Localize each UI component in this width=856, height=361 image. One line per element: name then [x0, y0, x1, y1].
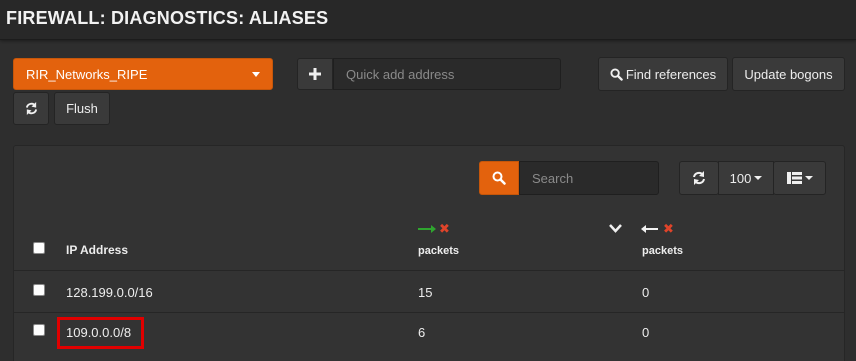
- search-button[interactable]: [479, 161, 519, 195]
- caret-down-icon: [804, 176, 813, 180]
- page-title: FIREWALL: DIAGNOSTICS: ALIASES: [6, 8, 329, 28]
- column-header-ip-address[interactable]: IP Address: [66, 243, 128, 257]
- caret-down-icon: [754, 176, 763, 180]
- column-header-out-packets[interactable]: packets: [642, 245, 683, 257]
- plus-icon: [309, 68, 321, 80]
- block-x-icon: ✖: [439, 221, 450, 236]
- refresh-icon: [25, 102, 37, 115]
- grid-search-input[interactable]: [519, 161, 659, 195]
- ip-address-cell: 128.199.0.0/16: [66, 285, 153, 300]
- find-references-label: Find references: [625, 66, 717, 82]
- alias-select[interactable]: RIR_Networks_RIPE: [13, 58, 273, 90]
- select-all-checkbox[interactable]: [33, 242, 45, 254]
- highlight-annotation: [57, 317, 144, 349]
- search-icon: [610, 67, 623, 81]
- row-divider: [14, 270, 844, 271]
- row-checkbox[interactable]: [33, 324, 45, 336]
- page-size-value: 100: [729, 170, 752, 186]
- refresh-button[interactable]: [13, 92, 49, 125]
- arrow-left-icon: [641, 225, 658, 233]
- out-packets-cell: 0: [642, 285, 650, 300]
- flush-label: Flush: [66, 101, 98, 116]
- refresh-icon: [693, 171, 705, 185]
- page-size-dropdown[interactable]: 100: [718, 161, 774, 195]
- quick-add-button[interactable]: [297, 58, 333, 90]
- chevron-down-icon[interactable]: [609, 224, 622, 233]
- row-checkbox[interactable]: [33, 284, 45, 296]
- row-divider: [14, 312, 844, 313]
- grid-refresh-button[interactable]: [679, 161, 719, 195]
- in-packets-cell: 6: [418, 325, 426, 340]
- columns-icon: [786, 172, 802, 184]
- in-packets-cell: 15: [418, 285, 433, 300]
- out-packets-cell: 0: [642, 325, 650, 340]
- update-bogons-button[interactable]: Update bogons: [732, 57, 845, 91]
- columns-dropdown[interactable]: [773, 161, 826, 195]
- quick-add-input[interactable]: [333, 58, 561, 90]
- flush-button[interactable]: Flush: [54, 92, 110, 125]
- caret-down-icon: [252, 72, 260, 77]
- search-icon: [492, 171, 506, 185]
- block-x-icon: ✖: [663, 221, 674, 236]
- page-header: FIREWALL: DIAGNOSTICS: ALIASES: [0, 0, 856, 40]
- column-header-in-packets[interactable]: packets: [418, 245, 459, 257]
- find-references-button[interactable]: Find references: [598, 57, 728, 91]
- alias-select-value: RIR_Networks_RIPE: [26, 66, 148, 82]
- arrow-right-icon: [418, 225, 436, 233]
- update-bogons-label: Update bogons: [744, 66, 833, 82]
